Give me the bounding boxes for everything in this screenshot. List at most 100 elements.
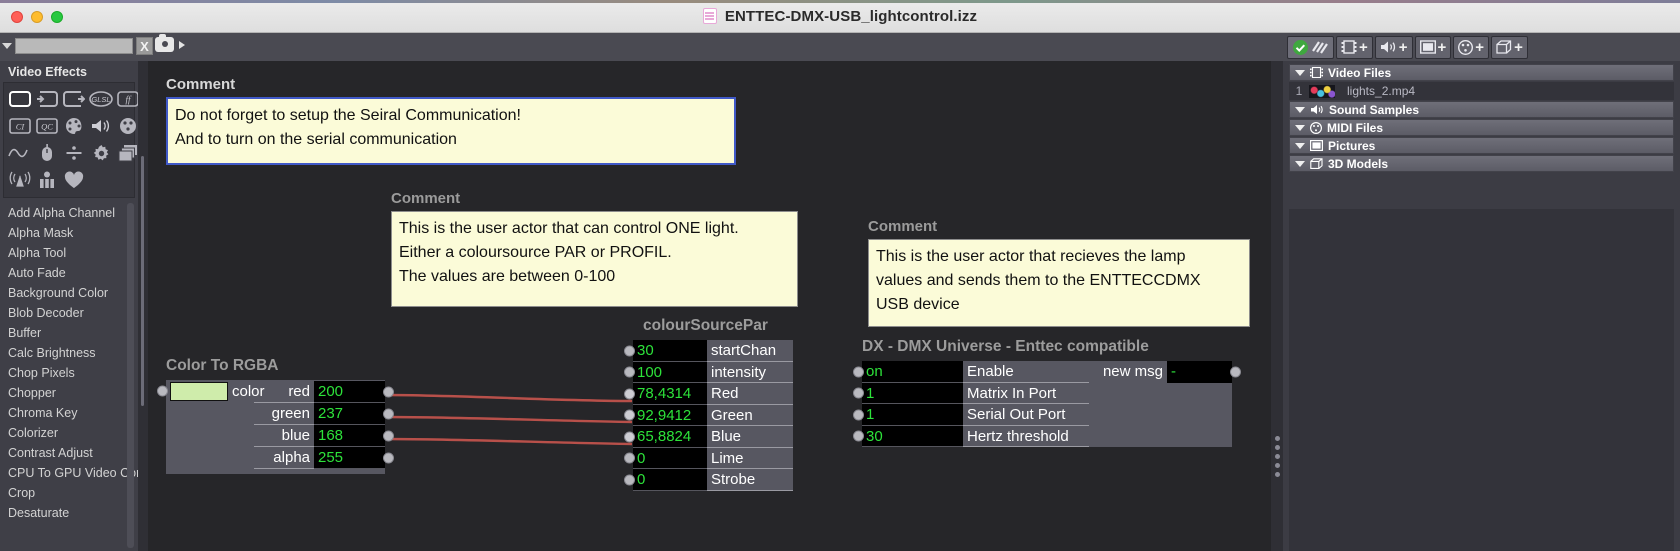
zoom-button[interactable] [51,11,63,23]
comment-node-3[interactable]: Comment This is the user actor that reci… [868,218,1250,327]
input-value-red[interactable]: 78,4314 [633,383,707,405]
output-port-blue[interactable] [383,430,394,442]
effect-item[interactable]: Crop [0,483,138,503]
effect-item[interactable]: Alpha Mask [0,223,138,243]
output-port-new-msg[interactable] [1230,366,1241,378]
add-picture-button[interactable]: + [1414,35,1452,59]
effect-item[interactable]: Buffer [0,323,138,343]
color-swatch[interactable] [170,382,228,401]
chevron-down-icon[interactable] [1295,69,1305,76]
media-item-row[interactable]: 1 lights_2.mp4 [1289,82,1674,100]
chevron-down-icon[interactable] [1295,124,1305,131]
input-port-strobe[interactable] [624,474,635,486]
effects-list[interactable]: Add Alpha Channel Alpha Mask Alpha Tool … [0,203,138,548]
effect-item[interactable]: Colorizer [0,423,138,443]
input-row-blue[interactable]: 65,8824 Blue [624,426,793,448]
search-group[interactable]: X [2,37,153,55]
input-port-hertz-threshold[interactable] [853,430,864,442]
media-group-video-files[interactable]: Video Files [1289,64,1674,81]
input-port-matrix-in-port[interactable] [853,387,864,399]
favorites-heart-icon[interactable] [61,167,87,193]
play-triangle-icon[interactable] [179,40,185,49]
chevron-down-icon[interactable] [1295,160,1305,167]
input-port-lime[interactable] [624,452,635,464]
effect-item[interactable]: Chop Pixels [0,363,138,383]
input-value-green[interactable]: 92,9412 [633,404,707,426]
input-row-strobe[interactable]: 0 Strobe [624,469,793,491]
divide-icon[interactable] [61,140,87,166]
patch-canvas[interactable]: Comment Do not forget to setup the Seira… [138,61,1283,551]
node-colour-source-par[interactable]: colourSourcePar 30 startChan 100 intensi… [624,317,793,491]
media-item-name[interactable]: lights_2.mp4 [1347,84,1415,98]
add-sound-sample-button[interactable]: + [1374,35,1413,59]
input-value-matrix-in-port[interactable]: 1 [862,382,963,404]
input-port-green[interactable] [624,409,635,421]
input-port-enable[interactable] [853,366,864,378]
input-port-startchan[interactable] [624,345,635,357]
input-frame-icon[interactable] [34,86,60,112]
output-value-blue[interactable]: 168 [314,425,385,447]
media-bin-toolbar[interactable]: + + + + + [1283,33,1680,61]
camera-icon[interactable] [155,34,174,52]
input-row-green[interactable]: 92,9412 Green [624,404,793,426]
canvas-scroll-handle[interactable] [141,156,144,406]
chevron-down-icon[interactable] [2,43,12,49]
media-group-pictures[interactable]: Pictures [1289,137,1674,154]
close-button[interactable] [11,11,23,23]
enable-media-toggle[interactable] [1287,35,1334,59]
mouse-icon[interactable] [34,140,60,166]
media-bin-list[interactable]: Video Files 1 lights_2.mp4 Sound Samples… [1289,64,1674,172]
effect-item[interactable]: Desaturate [0,503,138,523]
traffic-light-buttons[interactable] [11,11,63,23]
canvas-resize-grip[interactable] [1275,436,1280,477]
comment-node-1[interactable]: Comment Do not forget to setup the Seira… [166,76,736,165]
input-value-intensity[interactable]: 100 [633,361,707,383]
output-port-red[interactable] [383,386,394,398]
input-row-enable[interactable]: on Enable new msg - [853,361,1241,383]
effect-item[interactable]: Background Color [0,283,138,303]
input-row-startchan[interactable]: 30 startChan [624,340,793,362]
broadcast-icon[interactable] [7,167,33,193]
effects-list-scrollbar[interactable] [127,203,134,548]
input-port-intensity[interactable] [624,366,635,378]
input-value-startchan[interactable]: 30 [633,340,707,362]
input-port-color[interactable] [157,385,168,397]
output-port-alpha[interactable] [383,452,394,464]
effect-item[interactable]: Calc Brightness [0,343,138,363]
input-port-serial-out-port[interactable] [853,409,864,421]
output-value-green[interactable]: 237 [314,403,385,425]
effect-item[interactable]: Add Alpha Channel [0,203,138,223]
output-value-alpha[interactable]: 255 [314,447,385,469]
media-group-sound-samples[interactable]: Sound Samples [1289,101,1674,118]
user-actor-icon[interactable] [34,167,60,193]
effect-item[interactable]: Chopper [0,383,138,403]
input-row-intensity[interactable]: 100 intensity [624,361,793,383]
add-midi-file-button[interactable]: + [1453,35,1490,59]
wave-icon[interactable] [7,140,33,166]
minimize-button[interactable] [31,11,43,23]
node-dmx-universe[interactable]: DX - DMX Universe - Enttec compatible on… [853,338,1241,447]
audio-speaker-icon[interactable] [88,113,114,139]
effect-item[interactable]: CPU To GPU Video Cor [0,463,138,483]
media-group-midi-files[interactable]: MIDI Files [1289,119,1674,136]
input-row-matrix-in-port[interactable]: 1 Matrix In Port [853,382,1232,404]
input-value-serial-out-port[interactable]: 1 [862,404,963,426]
input-value-strobe[interactable]: 0 [633,469,707,491]
input-value-blue[interactable]: 65,8824 [633,426,707,448]
input-value-hertz-threshold[interactable]: 30 [862,425,963,447]
output-value-new-msg[interactable]: - [1167,361,1232,383]
input-row-red[interactable]: 78,4314 Red [624,383,793,405]
input-port-red[interactable] [624,388,635,400]
add-3d-model-button[interactable]: + [1491,35,1528,59]
output-port-green[interactable] [383,408,394,420]
input-row-serial-out-port[interactable]: 1 Serial Out Port [853,404,1232,426]
clear-search-button[interactable]: X [136,37,153,55]
search-input[interactable] [15,38,133,54]
snapshot-group[interactable] [155,34,185,52]
input-port-blue[interactable] [624,431,635,443]
effect-category-icon-grid[interactable]: GLSL ff CI QC [3,82,139,198]
core-image-icon[interactable]: CI [7,113,33,139]
chevron-down-icon[interactable] [1295,142,1305,149]
effect-item[interactable]: Blob Decoder [0,303,138,323]
add-video-file-button[interactable]: + [1336,35,1373,59]
